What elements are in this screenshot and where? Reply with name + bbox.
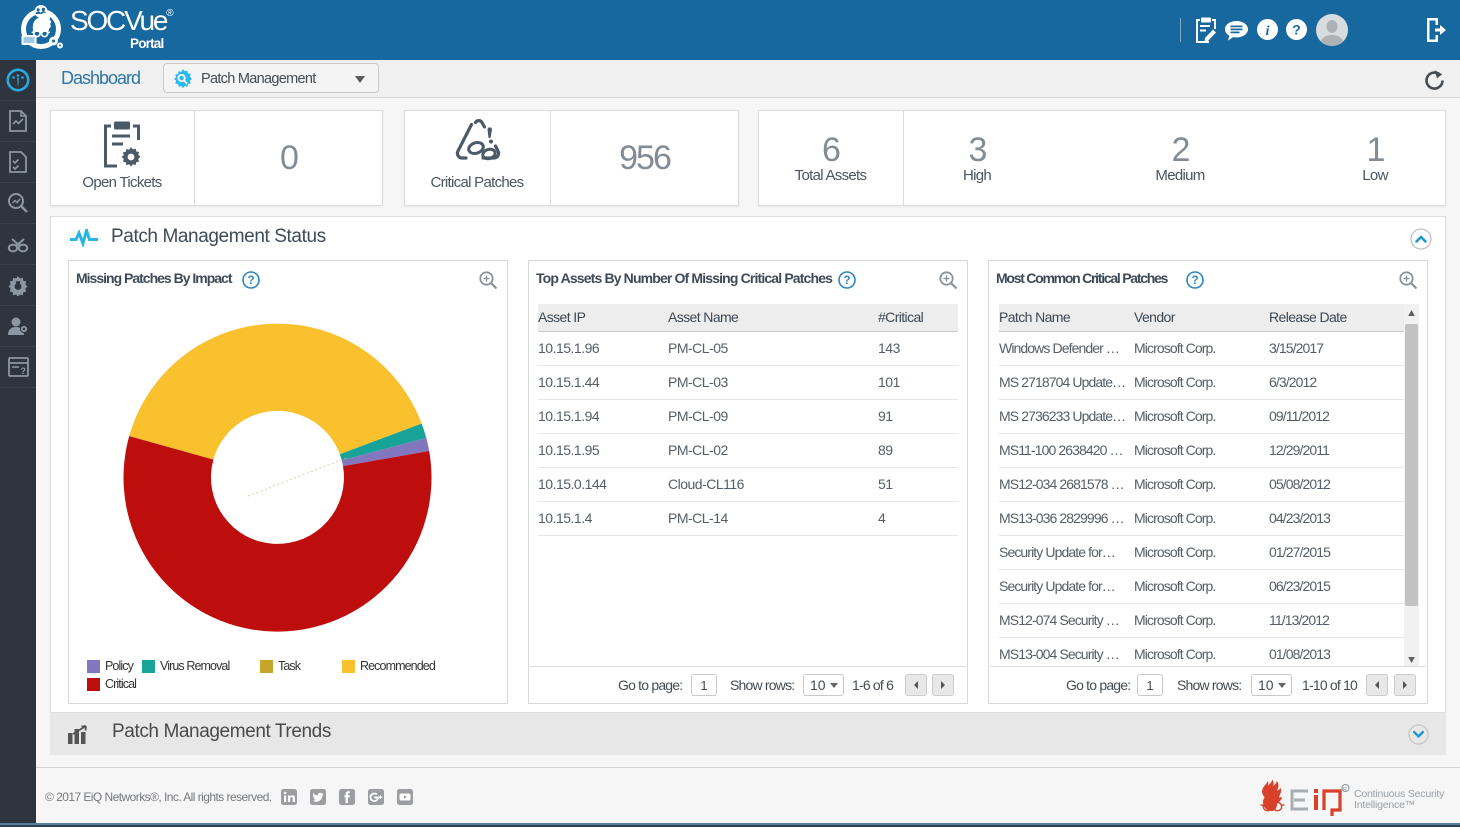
- svg-text:Intelligence™: Intelligence™: [1354, 799, 1415, 811]
- svg-text:R: R: [1343, 787, 1347, 793]
- svg-text:?: ?: [1191, 275, 1198, 287]
- svg-text:?: ?: [1292, 22, 1301, 38]
- svg-text:i: i: [1266, 24, 1270, 39]
- svg-text:?: ?: [20, 366, 26, 376]
- svg-text:?: ?: [843, 275, 850, 287]
